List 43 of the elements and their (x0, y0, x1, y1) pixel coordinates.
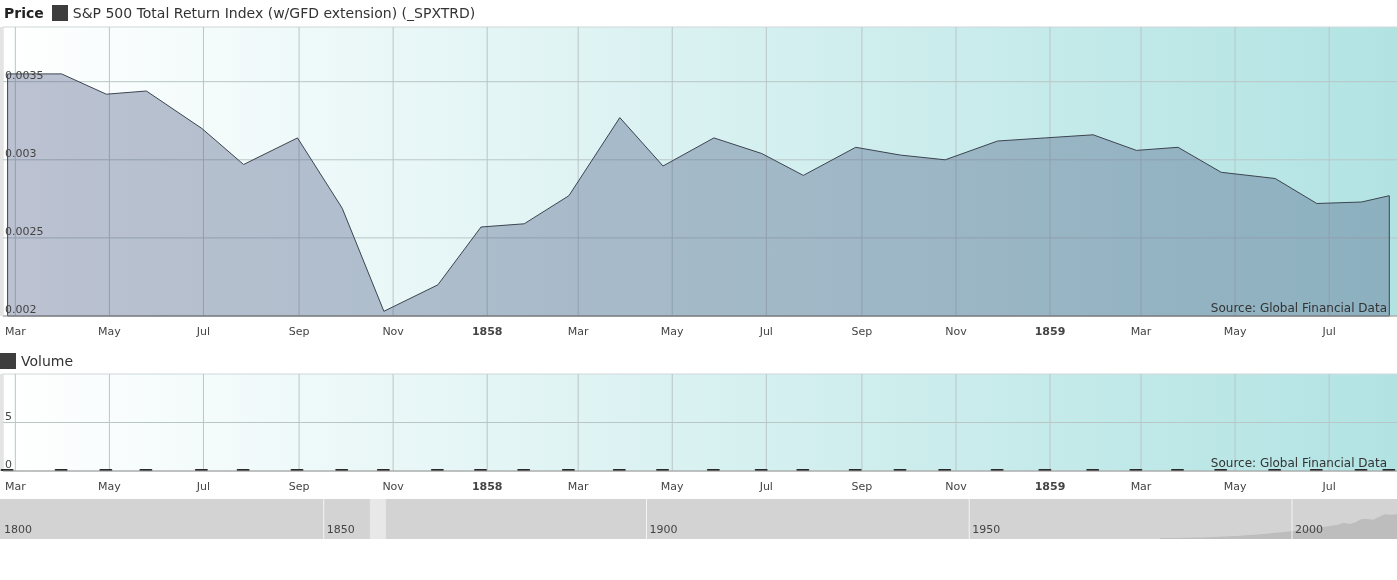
axis-label: Mar (1130, 325, 1152, 338)
axis-label: Jul (1322, 325, 1336, 338)
axis-label: 1859 (1034, 325, 1066, 338)
year-label: 2000 (1295, 523, 1323, 536)
axis-label: Mar (4, 325, 26, 338)
legend-label: S&P 500 Total Return Index (w/GFD extension) (_SPXTRD) (72, 3, 476, 23)
axis-label: Mar (4, 480, 26, 493)
axis-label: 1858 (471, 325, 503, 338)
axis-label: 0.0035 (5, 68, 44, 82)
axis-label: Jul (1322, 480, 1336, 493)
axis-label: Mar (567, 325, 589, 338)
year-label: 1950 (972, 523, 1001, 536)
axis-label: Nov (945, 480, 967, 493)
axis-label: Sep (288, 480, 310, 493)
axis-label: Sep (851, 480, 873, 493)
axis-label: May (1223, 325, 1247, 338)
axis-label: Mar (1130, 480, 1152, 493)
axis-label: May (98, 325, 121, 338)
axis-label: May (1223, 480, 1247, 493)
axis-label: Sep (288, 325, 310, 338)
axis-label: May (98, 480, 121, 493)
axis-label: Jul (759, 480, 773, 493)
axis-label: 1858 (471, 480, 503, 493)
legend-label: Volume (21, 351, 74, 371)
chart-title: Price (4, 3, 44, 23)
axis-label: May (660, 480, 684, 493)
axis-label: Sep (851, 325, 873, 338)
axis-label: May (660, 325, 684, 338)
axis-label: Jul (196, 480, 211, 493)
axis-label: Nov (382, 325, 404, 338)
axis-label: Nov (945, 325, 967, 338)
year-label: 1800 (4, 523, 32, 536)
source-note: Source: Global Financial Data (1210, 456, 1387, 470)
axis-label: Mar (567, 480, 589, 493)
source-note: Source: Global Financial Data (1210, 301, 1387, 315)
axis-label: Jul (196, 325, 211, 338)
axis-label: 5 (5, 409, 12, 423)
year-label: 1850 (326, 523, 355, 536)
year-label: 1900 (649, 523, 678, 536)
axis-label: Nov (382, 480, 404, 493)
axis-label: Jul (759, 325, 773, 338)
axis-label: 0 (5, 458, 12, 471)
axis-label: 1859 (1034, 480, 1066, 493)
